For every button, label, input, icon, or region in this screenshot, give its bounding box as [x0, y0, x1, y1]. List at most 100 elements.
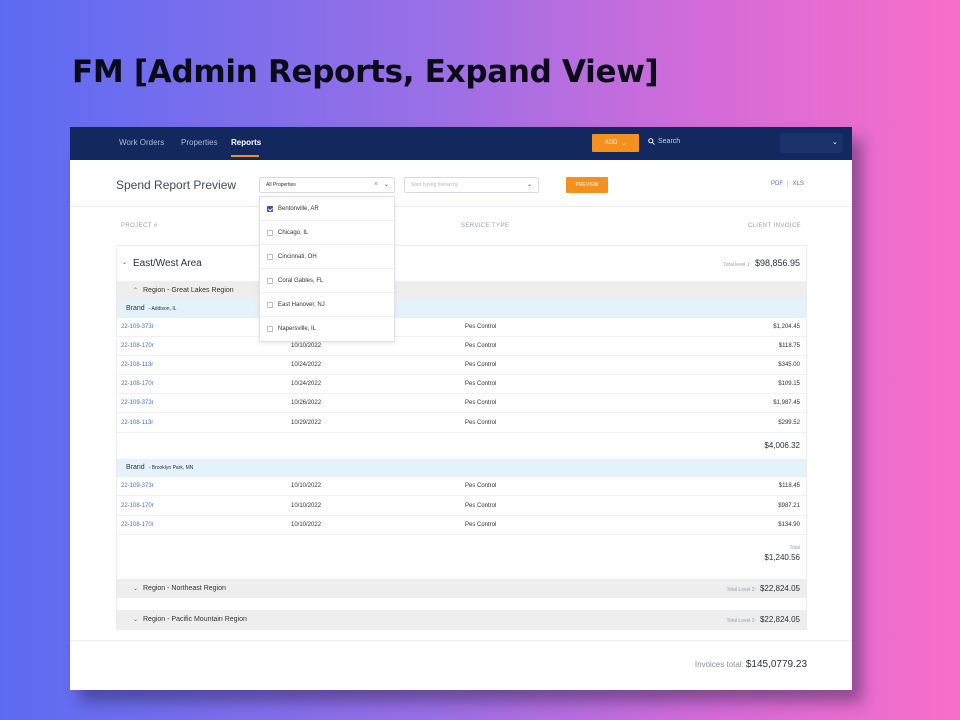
service-cell: Pes Control	[465, 324, 497, 330]
area-title: East/West Area	[133, 258, 202, 269]
amount-cell: $134.90	[778, 522, 800, 528]
total-label: Total	[789, 545, 800, 551]
hierarchy-input[interactable]: Start typing hierarchy ⌄	[404, 177, 539, 193]
area-row[interactable]: ⌄ East/West Area Total level 1: $98,856.9…	[117, 246, 806, 281]
region-title: Region - Pacific Mountain Region	[143, 616, 247, 623]
area-total: Total level 1: $98,856.95	[723, 258, 800, 268]
report-footer: Invoices total: $145,0779.23	[70, 640, 852, 690]
service-cell: Pes Control	[465, 420, 497, 426]
table-row: 22-108-170r 10/10/2022 Pes Control $134.…	[117, 516, 806, 535]
nav-reports[interactable]: Reports	[231, 138, 261, 147]
project-link[interactable]: 22-108-113r	[121, 420, 153, 426]
brand-subtotal: $4,006.32	[764, 441, 800, 450]
search-placeholder: Search	[658, 138, 681, 145]
chevron-down-icon[interactable]: ⌄	[527, 181, 532, 188]
checkbox-icon[interactable]	[267, 277, 273, 284]
region-row-great-lakes[interactable]: ⌃ Region - Great Lakes Region	[117, 281, 806, 300]
xls-link[interactable]: XLS	[793, 181, 804, 187]
table-row: 22-108-170r 10/10/2022 Pes Control $987.…	[117, 497, 806, 516]
export-links: PDF | XLS	[771, 181, 804, 187]
service-cell: Pes Control	[465, 483, 497, 489]
project-link[interactable]: 22-108-170r	[121, 503, 154, 509]
brand-row-brooklyn-park: Brand - Brooklyn Park, MN	[117, 459, 806, 477]
slide-title: FM [Admin Reports, Expand View]	[72, 54, 659, 90]
checkbox-icon[interactable]	[267, 229, 273, 236]
table-row: 22-109-373r Pes Control $1,204.45	[117, 318, 806, 337]
option-label: Coral Gables, FL	[278, 277, 324, 284]
report-panel: ⌄ East/West Area Total level 1: $98,856.9…	[116, 245, 807, 630]
service-cell: Pes Control	[465, 400, 497, 406]
project-link[interactable]: 22-108-113r	[121, 362, 153, 368]
dropdown-option[interactable]: East Hanover, NJ	[260, 293, 394, 317]
brand-row-addison: Brand - Addison, IL	[117, 300, 806, 318]
report-header: Spend Report Preview All Properties × ⌄ …	[70, 160, 852, 207]
chevron-down-icon[interactable]: ⌄	[133, 616, 138, 623]
search-input[interactable]: Search	[648, 138, 680, 145]
amount-cell: $1,987.45	[773, 400, 800, 406]
date-cell: 10/24/2022	[291, 362, 322, 368]
region-total: Total Level 2: $22,824.05	[726, 615, 800, 624]
project-link[interactable]: 22-108-170r	[121, 343, 154, 349]
amount-cell: $118.75	[778, 343, 800, 349]
table-row: 22-108-113r 10/29/2022 Pes Control $299.…	[117, 414, 806, 433]
clear-icon[interactable]: ×	[374, 181, 378, 188]
checkbox-checked-icon[interactable]	[267, 205, 273, 212]
pdf-link[interactable]: PDF	[771, 181, 783, 187]
option-label: Chicago, IL	[278, 229, 309, 236]
date-cell: 10/10/2022	[291, 503, 322, 509]
option-label: East Hanover, NJ	[278, 301, 325, 308]
add-label: ADD	[604, 140, 618, 146]
search-icon	[648, 138, 655, 145]
brand-subtotal: $1,240.56	[764, 553, 800, 562]
active-tab-indicator	[231, 155, 259, 157]
chevron-down-icon[interactable]: ⌄	[133, 585, 138, 592]
checkbox-icon[interactable]	[267, 326, 273, 332]
service-cell: Pes Control	[465, 522, 497, 528]
page-title: Spend Report Preview	[116, 178, 237, 192]
dropdown-option[interactable]: Chicago, IL	[260, 221, 394, 245]
project-link[interactable]: 22-109-373r	[121, 324, 154, 330]
date-cell: 10/26/2022	[291, 400, 322, 406]
date-cell: 10/10/2022	[291, 522, 322, 528]
chevron-down-icon[interactable]: ⌄	[384, 181, 389, 188]
table-row: 22-108-170r 10/24/2022 Pes Control $109.…	[117, 375, 806, 394]
table-row: 22-109-373r 10/26/2022 Pes Control $1,98…	[117, 394, 806, 413]
date-cell: 10/10/2022	[291, 483, 322, 489]
project-link[interactable]: 22-108-170r	[121, 522, 154, 528]
dropdown-option[interactable]: Cincinnati, OH	[260, 245, 394, 269]
column-header-service: SERVICE TYPE	[461, 223, 510, 229]
add-button[interactable]: ADD ⌄	[592, 134, 639, 152]
option-label: Cincinnati, OH	[278, 253, 317, 260]
checkbox-icon[interactable]	[267, 253, 273, 260]
amount-cell: $118.45	[778, 483, 800, 489]
invoices-total: Invoices total: $145,0779.23	[694, 659, 807, 670]
nav-properties[interactable]: Properties	[181, 138, 217, 147]
option-label: Bentonville, AR	[278, 205, 319, 212]
chevron-down-icon[interactable]: ⌄	[832, 138, 838, 146]
chevron-down-icon[interactable]: ⌄	[122, 259, 127, 266]
amount-cell: $987.21	[778, 503, 800, 509]
app-window: Work Orders Properties Reports ADD ⌄ Sea…	[70, 127, 852, 690]
column-header-project: PROJECT #	[121, 223, 158, 229]
service-cell: Pes Control	[465, 381, 497, 387]
table-row: 22-109-373r 10/10/2022 Pes Control $118.…	[117, 477, 806, 496]
project-link[interactable]: 22-109-373r	[121, 483, 154, 489]
chevron-up-icon[interactable]: ⌃	[133, 287, 138, 294]
region-row-northeast[interactable]: ⌄ Region - Northeast Region Total Level …	[117, 579, 806, 598]
amount-cell: $299.52	[778, 420, 800, 426]
nav-work-orders[interactable]: Work Orders	[119, 138, 164, 147]
property-select[interactable]: All Properties × ⌄	[259, 177, 395, 193]
brand-label: Brand - Addison, IL	[126, 305, 177, 312]
project-link[interactable]: 22-108-170r	[121, 381, 154, 387]
dropdown-option[interactable]: Napersville, IL	[260, 317, 394, 341]
dropdown-option[interactable]: Bentonville, AR	[260, 197, 394, 221]
project-link[interactable]: 22-109-373r	[121, 400, 154, 406]
region-row-pacific-mountain[interactable]: ⌄ Region - Pacific Mountain Region Total…	[117, 610, 806, 629]
option-label: Napersville, IL	[278, 326, 317, 332]
checkbox-icon[interactable]	[267, 301, 273, 308]
preview-button[interactable]: PREVIEW	[566, 177, 608, 193]
dropdown-option[interactable]: Coral Gables, FL	[260, 269, 394, 293]
region-total: Total Level 2: $22,824.05	[726, 584, 800, 593]
service-cell: Pes Control	[465, 362, 497, 368]
divider: |	[787, 181, 789, 187]
